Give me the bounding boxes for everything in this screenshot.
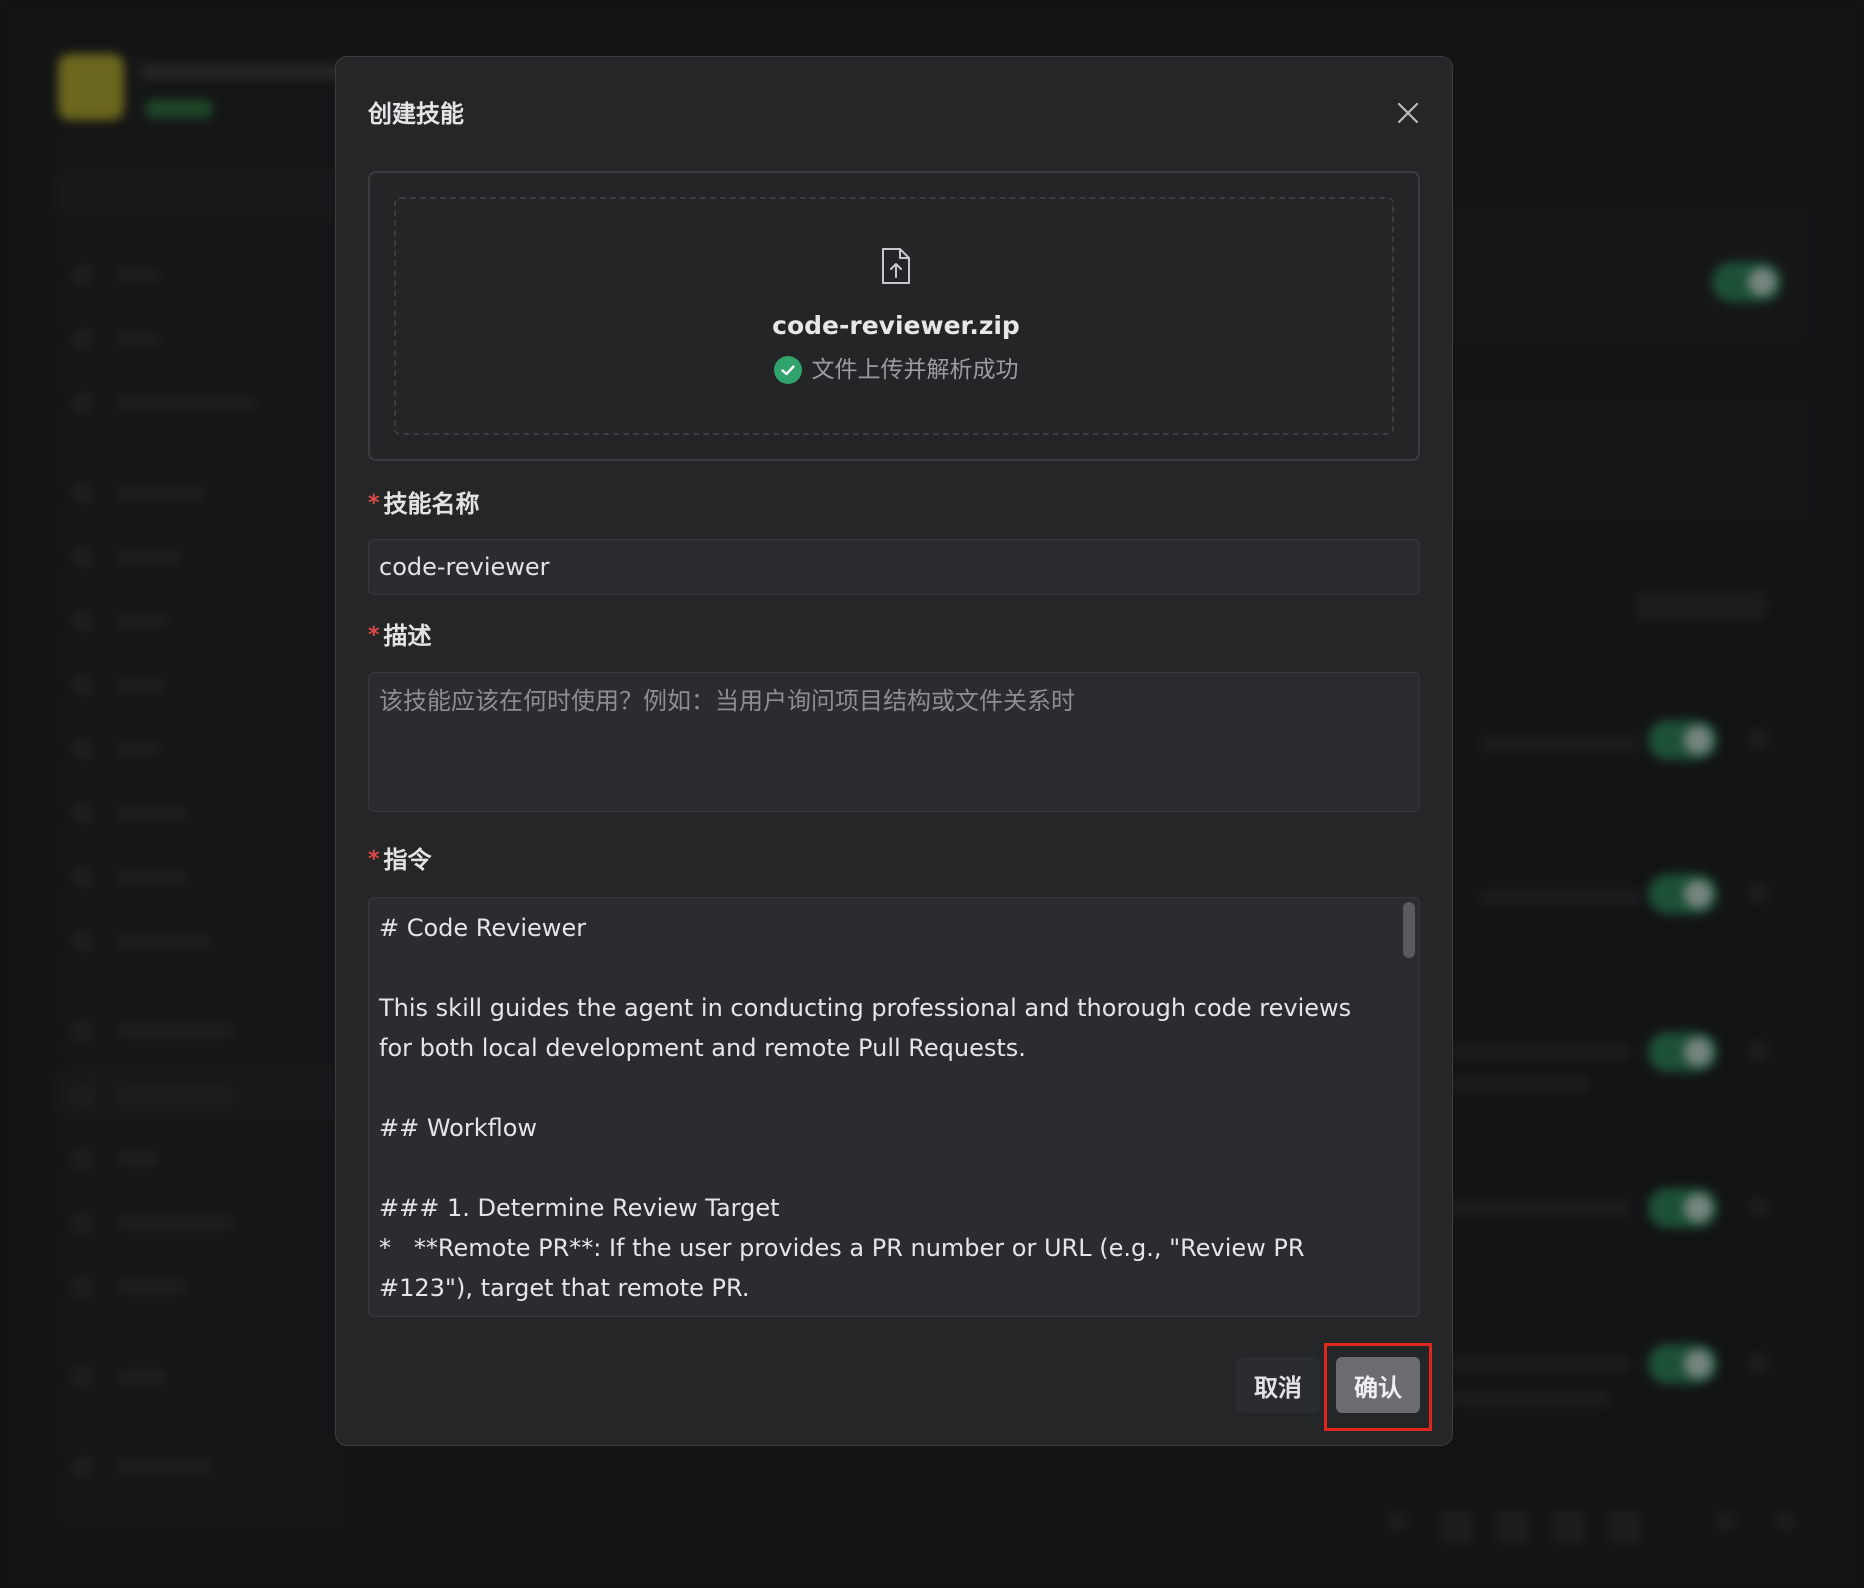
skill-name-label: * 技能名称 [368,489,480,519]
create-skill-dialog: 创建技能 code-reviewer.zip 文件上传并解析成功 * 技能名称 … [335,56,1453,1446]
upload-area[interactable]: code-reviewer.zip 文件上传并解析成功 [368,171,1420,461]
upload-dropzone[interactable]: code-reviewer.zip 文件上传并解析成功 [394,197,1394,435]
check-circle-icon [773,356,802,384]
close-icon [1397,102,1419,124]
confirm-button[interactable]: 确认 [1336,1357,1420,1413]
skill-name-label-text: 技能名称 [383,490,480,518]
instruction-scrollbar[interactable] [1403,902,1415,958]
description-label-text: 描述 [383,622,432,650]
cancel-button[interactable]: 取消 [1236,1357,1320,1413]
description-textarea[interactable] [368,672,1420,812]
required-marker: * [368,623,380,648]
description-label: * 描述 [368,621,432,651]
required-marker: * [368,847,380,872]
dialog-title: 创建技能 [368,100,464,128]
file-upload-icon [882,248,910,284]
required-marker: * [368,491,380,516]
upload-status-text: 文件上传并解析成功 [811,357,1019,383]
close-button[interactable] [1388,93,1428,133]
skill-name-input[interactable] [368,539,1420,595]
instruction-content[interactable]: # Code Reviewer This skill guides the ag… [379,908,1389,1308]
instruction-label-text: 指令 [383,846,432,874]
instruction-textarea[interactable]: # Code Reviewer This skill guides the ag… [368,897,1420,1317]
uploaded-file-name: code-reviewer.zip [772,311,1020,340]
upload-status: 文件上传并解析成功 [396,355,1396,385]
instruction-label: * 指令 [368,845,432,875]
